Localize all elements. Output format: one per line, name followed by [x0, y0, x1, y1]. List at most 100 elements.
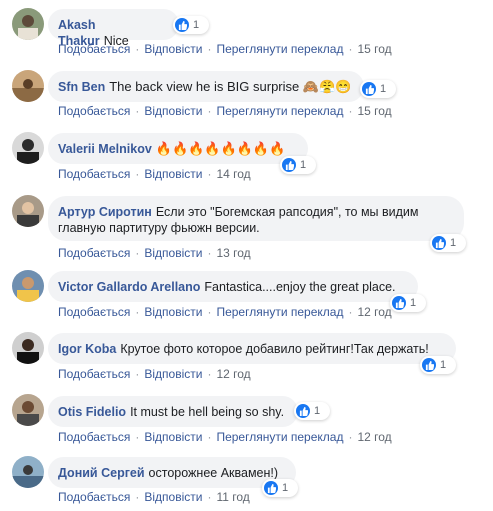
like-link[interactable]: Подобається	[58, 42, 130, 56]
comment-text: The back view he is BIG surprise 🙈😤😁	[109, 79, 352, 94]
comment-bubble: Valerii Melnikov 🔥🔥🔥🔥🔥🔥🔥🔥	[48, 133, 308, 164]
comment-actions: Подобається · Відповісти · 11 год	[58, 490, 250, 504]
separator: ·	[135, 490, 140, 504]
reaction-count[interactable]: 1	[280, 156, 316, 174]
reply-link[interactable]: Відповісти	[144, 430, 202, 444]
like-link[interactable]: Подобається	[58, 430, 130, 444]
comment-text: Крутое фото которое добавило рейтинг!Так…	[120, 342, 429, 356]
separator: ·	[135, 42, 140, 56]
avatar[interactable]	[12, 132, 44, 164]
comment-time[interactable]: 12 год	[357, 305, 391, 319]
comment-bubble: Доний Сергей осторожнее Аквамен!)	[48, 457, 296, 488]
comment-time[interactable]: 12 год	[216, 367, 250, 381]
separator: ·	[207, 42, 212, 56]
separator: ·	[135, 367, 140, 381]
thumbs-up-icon	[296, 404, 310, 418]
separator: ·	[135, 246, 140, 260]
comment-bubble: Akash Thakur Nice	[48, 9, 179, 48]
comment-author[interactable]: Доний Сергей	[58, 466, 145, 480]
reaction-number: 1	[450, 237, 457, 249]
see-translation-link[interactable]: Переглянути переклад	[216, 42, 343, 56]
reply-link[interactable]: Відповісти	[144, 246, 202, 260]
separator: ·	[348, 104, 353, 118]
comment-text: It must be hell being so shy.	[130, 405, 285, 419]
reaction-number: 1	[282, 482, 289, 494]
thumbs-up-icon	[432, 236, 446, 250]
reaction-number: 1	[193, 19, 200, 31]
separator: ·	[207, 167, 212, 181]
reaction-count[interactable]: 1	[262, 479, 298, 497]
reply-link[interactable]: Відповісти	[144, 42, 202, 56]
comment-author[interactable]: Otis Fidelio	[58, 405, 126, 419]
comment-text-line2: главную партитуру фьюжн версии.	[58, 221, 260, 235]
separator: ·	[207, 490, 212, 504]
comment-author[interactable]: Victor Gallardo Arellano	[58, 280, 200, 294]
reaction-count[interactable]: 1	[294, 402, 330, 420]
thumbs-up-icon	[264, 481, 278, 495]
avatar[interactable]	[12, 394, 44, 426]
reply-link[interactable]: Відповісти	[144, 104, 202, 118]
comment-actions: Подобається · Відповісти · 14 год	[58, 167, 251, 181]
comment-actions: Подобається · Відповісти · Переглянути перек…	[58, 104, 392, 118]
separator: ·	[135, 167, 140, 181]
comment-time[interactable]: 13 год	[216, 246, 250, 260]
reaction-number: 1	[440, 359, 447, 371]
avatar[interactable]	[12, 70, 44, 102]
see-translation-link[interactable]: Переглянути переклад	[216, 430, 343, 444]
avatar[interactable]	[12, 195, 44, 227]
separator: ·	[348, 305, 353, 319]
separator: ·	[207, 104, 212, 118]
like-link[interactable]: Подобається	[58, 367, 130, 381]
avatar[interactable]	[12, 8, 44, 40]
avatar[interactable]	[12, 332, 44, 364]
like-link[interactable]: Подобається	[58, 490, 130, 504]
reply-link[interactable]: Відповісти	[144, 490, 202, 504]
separator: ·	[207, 246, 212, 260]
avatar[interactable]	[12, 270, 44, 302]
comment-author[interactable]: Sfn Ben	[58, 80, 105, 94]
comment-time[interactable]: 15 год	[357, 104, 391, 118]
comment-author[interactable]: Артур Сиротин	[58, 205, 152, 219]
comment-time[interactable]: 15 год	[357, 42, 391, 56]
reply-link[interactable]: Відповісти	[144, 367, 202, 381]
thumbs-up-icon	[362, 82, 376, 96]
comment-time[interactable]: 12 год	[357, 430, 391, 444]
thumbs-up-icon	[175, 18, 189, 32]
like-link[interactable]: Подобається	[58, 305, 130, 319]
see-translation-link[interactable]: Переглянути переклад	[216, 305, 343, 319]
like-link[interactable]: Подобається	[58, 167, 130, 181]
reaction-count[interactable]: 1	[173, 16, 209, 34]
comment-bubble: Victor Gallardo Arellano Fantastica....en…	[48, 271, 418, 302]
comment-text: Если это "Богемская рапсодия", то мы вид…	[155, 205, 419, 219]
separator: ·	[135, 305, 140, 319]
comment-time[interactable]: 14 год	[216, 167, 250, 181]
comment-actions: Подобається · Відповісти · Переглянути перек…	[58, 305, 392, 319]
comment-time[interactable]: 11 год	[216, 490, 249, 504]
comment-author[interactable]: Igor Koba	[58, 342, 116, 356]
comment-text: осторожнее Аквамен!)	[148, 466, 279, 480]
comment-text: 🔥🔥🔥🔥🔥🔥🔥🔥	[155, 141, 286, 156]
comment-bubble: Артур Сиротин Если это "Богемская рапсоди…	[48, 196, 464, 241]
like-link[interactable]: Подобається	[58, 104, 130, 118]
see-translation-link[interactable]: Переглянути переклад	[216, 104, 343, 118]
reaction-count[interactable]: 1	[390, 294, 426, 312]
comment-actions: Подобається · Відповісти · Переглянути перек…	[58, 42, 392, 56]
reaction-count[interactable]: 1	[430, 234, 466, 252]
reaction-number: 1	[300, 159, 307, 171]
reaction-count[interactable]: 1	[420, 356, 456, 374]
separator: ·	[207, 430, 212, 444]
thumbs-up-icon	[282, 158, 296, 172]
reply-link[interactable]: Відповісти	[144, 167, 202, 181]
comment-text: Fantastica....enjoy the great place.	[204, 280, 396, 294]
reply-link[interactable]: Відповісти	[144, 305, 202, 319]
comment-bubble: Otis Fidelio It must be hell being so shy…	[48, 396, 298, 427]
separator: ·	[135, 104, 140, 118]
comment-bubble: Sfn Ben The back view he is BIG surprise …	[48, 71, 364, 102]
avatar[interactable]	[12, 456, 44, 488]
reaction-count[interactable]: 1	[360, 80, 396, 98]
separator: ·	[348, 430, 353, 444]
reaction-number: 1	[410, 297, 417, 309]
comment-author[interactable]: Valerii Melnikov	[58, 142, 152, 156]
like-link[interactable]: Подобається	[58, 246, 130, 260]
reaction-number: 1	[380, 83, 387, 95]
